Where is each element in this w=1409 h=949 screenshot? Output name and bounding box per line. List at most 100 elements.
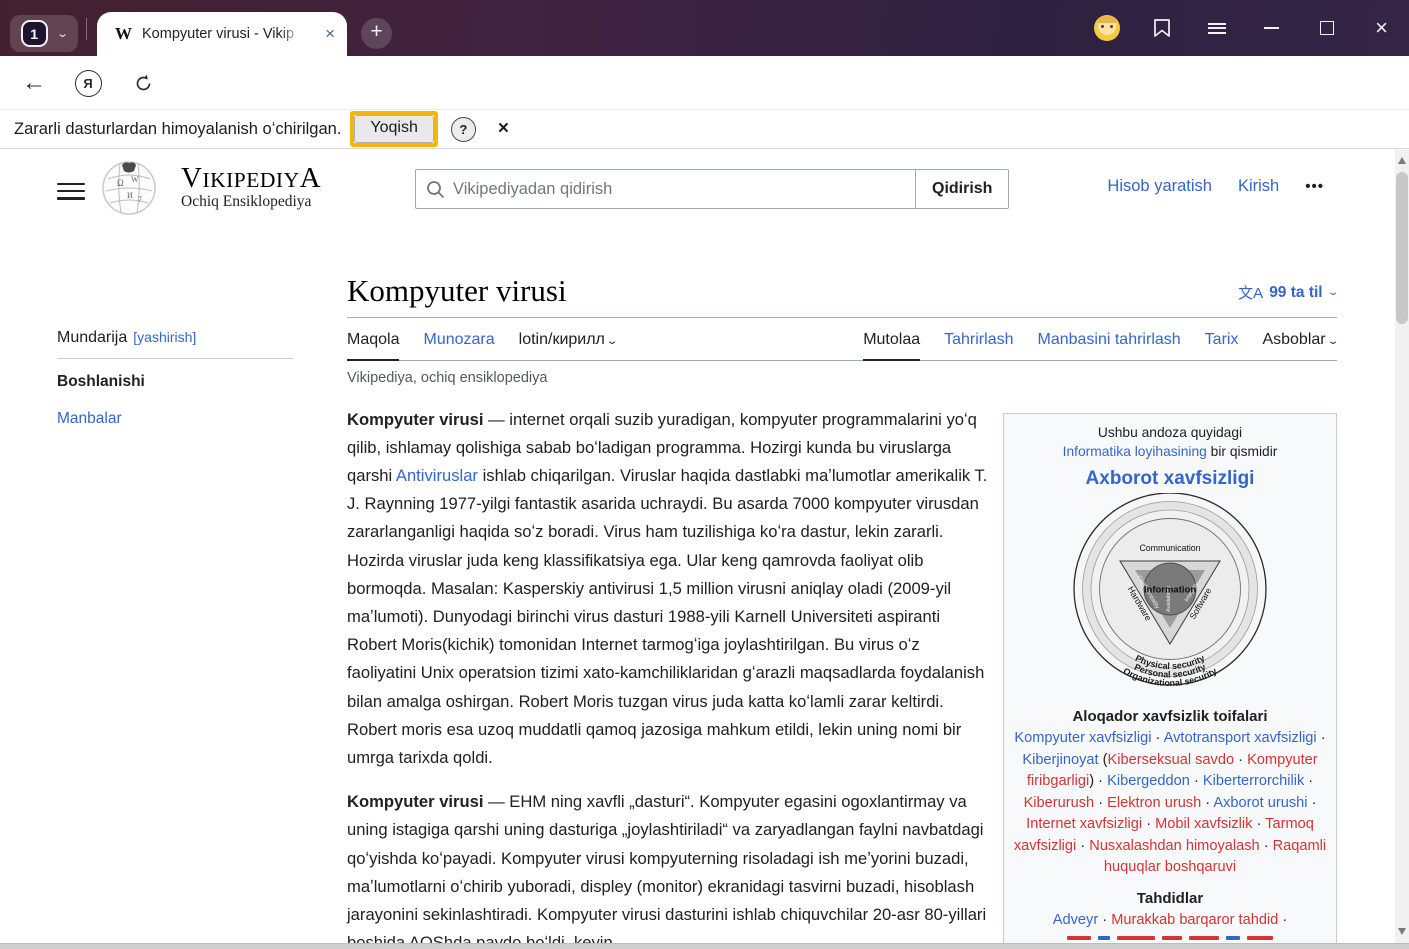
svg-text:Ω: Ω (117, 178, 124, 188)
dismiss-notification-icon[interactable]: × (498, 118, 509, 140)
svg-text:И: И (127, 191, 133, 200)
infobox-threat-links: Adveyr · Murakkab barqaror tahdid · (1012, 910, 1328, 932)
infobox-redlink[interactable]: Kiberseksual savdo (1108, 752, 1235, 768)
browser-window: 1 ⌄ W Kompyuter virusi - Vikip × + × (0, 0, 1409, 949)
infobox-intro: Ushbu andoza quyidagi Informatika loyiha… (1012, 423, 1328, 461)
article: Kompyuter virusi 文A 99 ta til ⌄ Maqola Mu… (347, 273, 1337, 949)
language-icon: 文A (1238, 282, 1263, 303)
wikipedia-globe-icon: Ω W И 7 (100, 157, 158, 217)
infobox-link[interactable]: Adveyr (1053, 912, 1098, 928)
close-tab-icon[interactable]: × (325, 24, 335, 44)
infobox-link[interactable]: Axborot urushi (1213, 795, 1307, 811)
notification-message: Zararli dasturlardan himoyalanish oʻchir… (14, 120, 341, 139)
contents-heading: Mundarija (57, 329, 127, 347)
window-bottom-edge (0, 943, 1409, 949)
reload-icon (133, 73, 154, 94)
svg-text:7: 7 (138, 195, 142, 204)
scroll-up-arrow[interactable] (1398, 157, 1406, 164)
sidebar-item-manbalar[interactable]: Manbalar (57, 410, 293, 428)
tab-tarix[interactable]: Tarix (1205, 324, 1239, 360)
hide-contents-link[interactable]: [yashirish] (133, 329, 196, 345)
sidebar-item-boshlanishi[interactable]: Boshlanishi (57, 373, 293, 391)
wikipedia-favicon: W (115, 24, 132, 44)
article-body: Kompyuter virusi — internet orqali suzib… (347, 406, 992, 949)
tab-count-badge: 1 (21, 20, 48, 47)
tabs-right: Mutolaa Tahrirlash Manbasini tahrirlash Tar… (863, 324, 1337, 360)
page-scrollbar[interactable] (1395, 149, 1409, 949)
bookmark-stack-icon (1151, 17, 1173, 39)
chevron-down-icon: ⌄ (606, 336, 619, 347)
login-link[interactable]: Kirish (1238, 177, 1279, 196)
related-categories-heading: Aloqador xavfsizlik toifalari (1012, 706, 1328, 728)
search-submit-button[interactable]: Qidirish (915, 169, 1009, 209)
threats-heading: Tahdidlar (1012, 888, 1328, 910)
chevron-down-icon: ⌄ (56, 27, 69, 40)
close-window-button[interactable]: × (1354, 0, 1409, 56)
new-tab-button[interactable]: + (361, 18, 392, 49)
diagram-label-communication: Communication (1139, 543, 1200, 553)
infobox-redlink[interactable]: Nusxalashdan himoyalash (1089, 838, 1259, 854)
tab-maqola[interactable]: Maqola (347, 324, 399, 361)
wordmark-subtitle: Ochiq Ensiklopediya (181, 193, 321, 211)
infobox-related-links: Kompyuter xavfsizligi · Avtotransport xa… (1012, 728, 1328, 879)
wikipedia-wordmark[interactable]: VikipediyA Ochiq Ensiklopediya (181, 162, 321, 211)
collections-icon[interactable] (1134, 0, 1189, 56)
help-icon[interactable]: ? (451, 117, 476, 142)
search-box[interactable] (415, 169, 915, 209)
infobox-link[interactable]: Kiberterrorchilik (1203, 773, 1304, 789)
browser-menu-icon[interactable] (1189, 0, 1244, 56)
search-input[interactable] (453, 180, 883, 199)
infobox-redlink[interactable]: Elektron urush (1107, 795, 1201, 811)
tab-munozara[interactable]: Munozara (423, 324, 494, 360)
search-icon (426, 180, 445, 199)
sidebar-items: Boshlanishi Manbalar (57, 373, 293, 428)
tabs-left: Maqola Munozara lotin/кирилл⌄ (347, 324, 616, 360)
infobox-redlink[interactable]: Mobil xavfsizlik (1155, 816, 1252, 832)
scrollbar-thumb[interactable] (1396, 172, 1408, 324)
article-paragraph: Kompyuter virusi — internet orqali suzib… (347, 406, 992, 773)
wikipedia-logo[interactable]: Ω W И 7 (100, 157, 158, 222)
profile-avatar[interactable] (1079, 0, 1134, 56)
page-title: Kompyuter virusi (347, 273, 567, 309)
maximize-icon (1320, 21, 1334, 35)
minimize-icon (1264, 27, 1279, 29)
browser-tab-active[interactable]: W Kompyuter virusi - Vikip × (97, 12, 347, 56)
tab-asboblar[interactable]: Asboblar⌄ (1262, 324, 1337, 360)
infobox-link[interactable]: Avtotransport xavfsizligi (1164, 730, 1317, 746)
minimize-button[interactable] (1244, 0, 1299, 56)
tab-mutolaa[interactable]: Mutolaa (863, 324, 920, 361)
tab-variant[interactable]: lotin/кирилл⌄ (519, 324, 617, 360)
reload-button[interactable] (121, 56, 165, 110)
infobox-redlink[interactable]: Murakkab barqaror tahdid (1111, 912, 1278, 928)
infobox-redlink[interactable]: Internet xavfsizligi (1026, 816, 1142, 832)
article-link[interactable]: Antiviruslar (396, 466, 478, 485)
language-selector-button[interactable]: 文A 99 ta til ⌄ (1238, 282, 1337, 309)
chevron-down-icon: ⌄ (1327, 287, 1340, 298)
language-count-label: 99 ta til (1269, 284, 1322, 302)
user-menu-icon[interactable]: ••• (1305, 178, 1324, 195)
infobox-link[interactable]: Kompyuter xavfsizligi (1014, 730, 1151, 746)
tab-title: Kompyuter virusi - Vikip (142, 26, 304, 42)
tab-counter-button[interactable]: 1 ⌄ (10, 15, 78, 52)
scroll-down-arrow[interactable] (1398, 928, 1406, 935)
yandex-home-button[interactable]: Я (66, 56, 110, 110)
browser-toolbar: ← Я uz.wikipedia.org Kompyuter virusi - … (0, 56, 1409, 110)
infobox-link[interactable]: Kibergeddon (1107, 773, 1190, 789)
divider (86, 18, 87, 40)
article-tabs: Maqola Munozara lotin/кирилл⌄ Mutolaa Tahri… (347, 318, 1337, 361)
maximize-button[interactable] (1299, 0, 1354, 56)
create-account-link[interactable]: Hisob yaratish (1107, 177, 1212, 196)
tab-manbasini-tahrirlash[interactable]: Manbasini tahrirlash (1037, 324, 1180, 360)
back-button[interactable]: ← (12, 56, 56, 110)
tab-tahrirlash[interactable]: Tahrirlash (944, 324, 1013, 360)
protection-notification-bar: Zararli dasturlardan himoyalanish oʻchir… (0, 110, 1409, 149)
informatics-project-link[interactable]: Informatika loyihasining (1063, 444, 1207, 459)
enable-protection-button[interactable]: Yoqish (354, 115, 433, 143)
infobox-redlink[interactable]: Kiberurush (1024, 795, 1095, 811)
article-paragraph: Kompyuter virusi — EHM ning xavfli „dast… (347, 788, 992, 949)
wordmark-title: VikipediyA (181, 162, 321, 195)
infobox-title-link[interactable]: Axborot xavfsizligi (1012, 468, 1328, 490)
main-menu-button[interactable] (57, 178, 85, 204)
infobox-link[interactable]: Kiberjinoyat (1022, 752, 1098, 768)
infobox-clipped-row (1012, 936, 1328, 940)
